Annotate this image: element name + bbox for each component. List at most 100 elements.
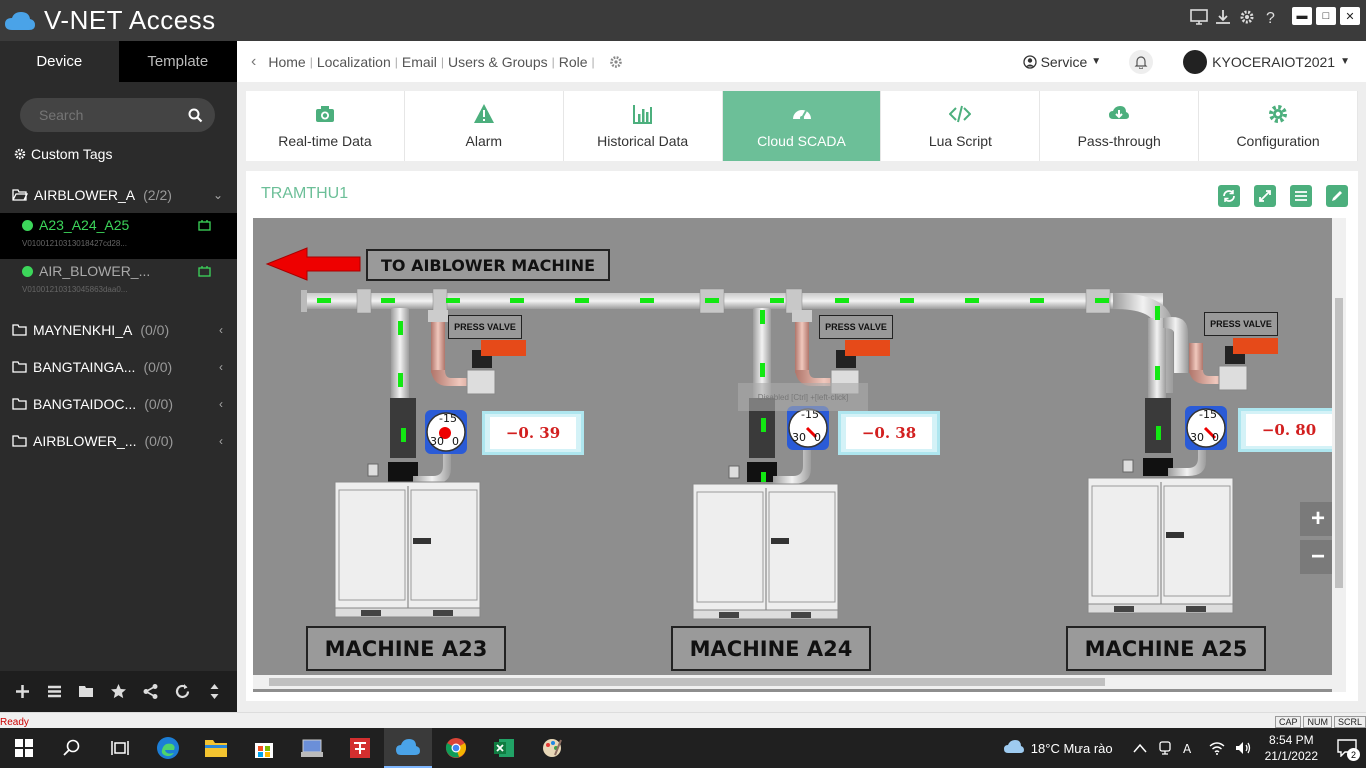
sort-icon[interactable]	[206, 683, 223, 700]
service-dropdown[interactable]: Service ▼	[1022, 54, 1102, 70]
start-button[interactable]	[0, 728, 48, 768]
task-view-button[interactable]	[96, 728, 144, 768]
input-method-icon[interactable]: A	[1183, 740, 1199, 756]
scada-canvas[interactable]: -15 30 0 -15 30 0 -15 30 0 TO AIBLOWER M…	[253, 218, 1346, 692]
list-icon[interactable]	[46, 683, 63, 700]
taskbar-search-button[interactable]	[48, 728, 96, 768]
pressure-value: −0. 39	[490, 417, 576, 449]
chevron-left-icon: ‹	[219, 359, 223, 374]
maximize-button[interactable]: □	[1316, 7, 1336, 25]
custom-tags-link[interactable]: Custom Tags	[14, 146, 237, 162]
svg-text:?: ?	[1266, 10, 1275, 26]
share-icon[interactable]	[142, 683, 159, 700]
taskbar-app-explorer[interactable]	[192, 728, 240, 768]
taskbar-app-store[interactable]	[240, 728, 288, 768]
tab-pass-through[interactable]: Pass-through	[1040, 91, 1200, 161]
scrl-indicator: SCRL	[1333, 716, 1366, 728]
function-tabs: Real-time Data Alarm Historical Data Clo…	[246, 91, 1359, 161]
nav-home[interactable]: Home	[268, 54, 305, 70]
folder-icon	[205, 740, 227, 757]
device-item[interactable]: A23_A24_A25 V01001210313018427cd28...	[0, 213, 237, 259]
taskbar-app-paint[interactable]	[528, 728, 576, 768]
tab-label: Cloud SCADA	[757, 133, 846, 149]
connect-icon[interactable]	[198, 219, 211, 231]
group-name: BANGTAINGA...	[33, 358, 136, 375]
folder-open-icon[interactable]	[78, 683, 95, 700]
press-valve-label: PRESS VALVE	[819, 315, 893, 339]
minimize-button[interactable]: ▬	[1292, 7, 1312, 25]
taskbar: 18°C Mưa rào A 8:54 PM 21/1/2022 2	[0, 728, 1366, 768]
clock[interactable]: 8:54 PM 21/1/2022	[1265, 732, 1318, 764]
wifi-icon[interactable]	[1209, 741, 1225, 755]
gear-icon	[14, 148, 26, 160]
bar-chart-icon	[632, 105, 652, 124]
tab-alarm[interactable]: Alarm	[405, 91, 564, 161]
volume-icon[interactable]	[1235, 741, 1251, 755]
taskbar-app-network[interactable]	[288, 728, 336, 768]
settings-icon[interactable]	[609, 55, 623, 69]
refresh-icon[interactable]	[174, 683, 191, 700]
edit-button[interactable]	[1326, 185, 1348, 207]
user-menu[interactable]: KYOCERAIOT2021 ▼	[1183, 49, 1350, 74]
weather-icon[interactable]	[1003, 739, 1025, 757]
pressure-value-a25: −0. 80	[1238, 408, 1340, 452]
horizontal-scrollbar[interactable]	[253, 675, 1332, 689]
direction-label: TO AIBLOWER MACHINE	[366, 249, 610, 281]
group-airblower-a[interactable]: AIRBLOWER_A (2/2) ⌄	[0, 176, 237, 213]
star-icon[interactable]	[110, 683, 127, 700]
user-name: KYOCERAIOT2021	[1212, 53, 1336, 70]
tab-cloud-scada[interactable]: Cloud SCADA	[722, 91, 882, 161]
chevron-up-icon[interactable]	[1133, 743, 1147, 753]
group-airblower[interactable]: AIRBLOWER_... (0/0) ‹	[0, 422, 237, 459]
tab-device[interactable]: Device	[0, 41, 119, 82]
network-app-icon	[301, 739, 323, 757]
tab-configuration[interactable]: Configuration	[1199, 91, 1359, 161]
paint-icon	[543, 739, 562, 757]
sidebar-toolbar	[0, 671, 237, 712]
folder-icon	[12, 435, 27, 447]
back-icon[interactable]: ‹	[251, 53, 256, 71]
gear-icon[interactable]	[1238, 8, 1256, 26]
tab-lua-script[interactable]: Lua Script	[881, 91, 1041, 161]
scroll-thumb[interactable]	[269, 678, 1105, 686]
zoom-in-button[interactable]: +	[1300, 502, 1336, 536]
list-view-button[interactable]	[1290, 185, 1312, 207]
gauge-tick: -15	[1199, 408, 1217, 421]
scroll-thumb[interactable]	[1335, 298, 1343, 588]
nav-users-groups[interactable]: Users & Groups	[448, 54, 548, 70]
taskbar-app-excel[interactable]	[480, 728, 528, 768]
help-icon[interactable]: ?	[1262, 8, 1280, 26]
tab-historical-data[interactable]: Historical Data	[564, 91, 723, 161]
nav-email[interactable]: Email	[402, 54, 437, 70]
close-button[interactable]: ✕	[1340, 7, 1360, 25]
notification-center-button[interactable]: 2	[1332, 733, 1362, 763]
vertical-scrollbar[interactable]	[1332, 218, 1346, 692]
device-item[interactable]: AIR_BLOWER_... V01001210313045863daa0...	[0, 259, 237, 305]
group-maynenkhi-a[interactable]: MAYNENKHI_A (0/0) ‹	[0, 311, 237, 348]
connect-icon[interactable]	[198, 265, 211, 277]
search-input[interactable]	[39, 107, 179, 123]
search-icon[interactable]	[188, 108, 203, 123]
group-bangtainga[interactable]: BANGTAINGA... (0/0) ‹	[0, 348, 237, 385]
refresh-button[interactable]	[1218, 185, 1240, 207]
group-bangtaidoc[interactable]: BANGTAIDOC... (0/0) ‹	[0, 385, 237, 422]
gear-icon	[1269, 105, 1288, 123]
taskbar-app-vnet[interactable]	[384, 728, 432, 768]
add-icon[interactable]	[14, 683, 31, 700]
fullscreen-button[interactable]	[1254, 185, 1276, 207]
nav-localization[interactable]: Localization	[317, 54, 391, 70]
nav-role[interactable]: Role	[559, 54, 588, 70]
zoom-out-button[interactable]: −	[1300, 540, 1336, 574]
caret-down-icon: ▼	[1091, 56, 1102, 67]
notification-bell-icon[interactable]	[1129, 49, 1154, 74]
meet-icon[interactable]	[1157, 740, 1173, 756]
tab-template[interactable]: Template	[118, 41, 237, 82]
tab-label: Real-time Data	[278, 133, 372, 149]
group-count: (2/2)	[143, 186, 172, 203]
tab-realtime-data[interactable]: Real-time Data	[246, 91, 405, 161]
taskbar-app-edge[interactable]	[144, 728, 192, 768]
download-icon[interactable]	[1214, 8, 1232, 26]
taskbar-app-red[interactable]	[336, 728, 384, 768]
taskbar-app-chrome[interactable]	[432, 728, 480, 768]
monitor-icon[interactable]	[1190, 8, 1208, 26]
